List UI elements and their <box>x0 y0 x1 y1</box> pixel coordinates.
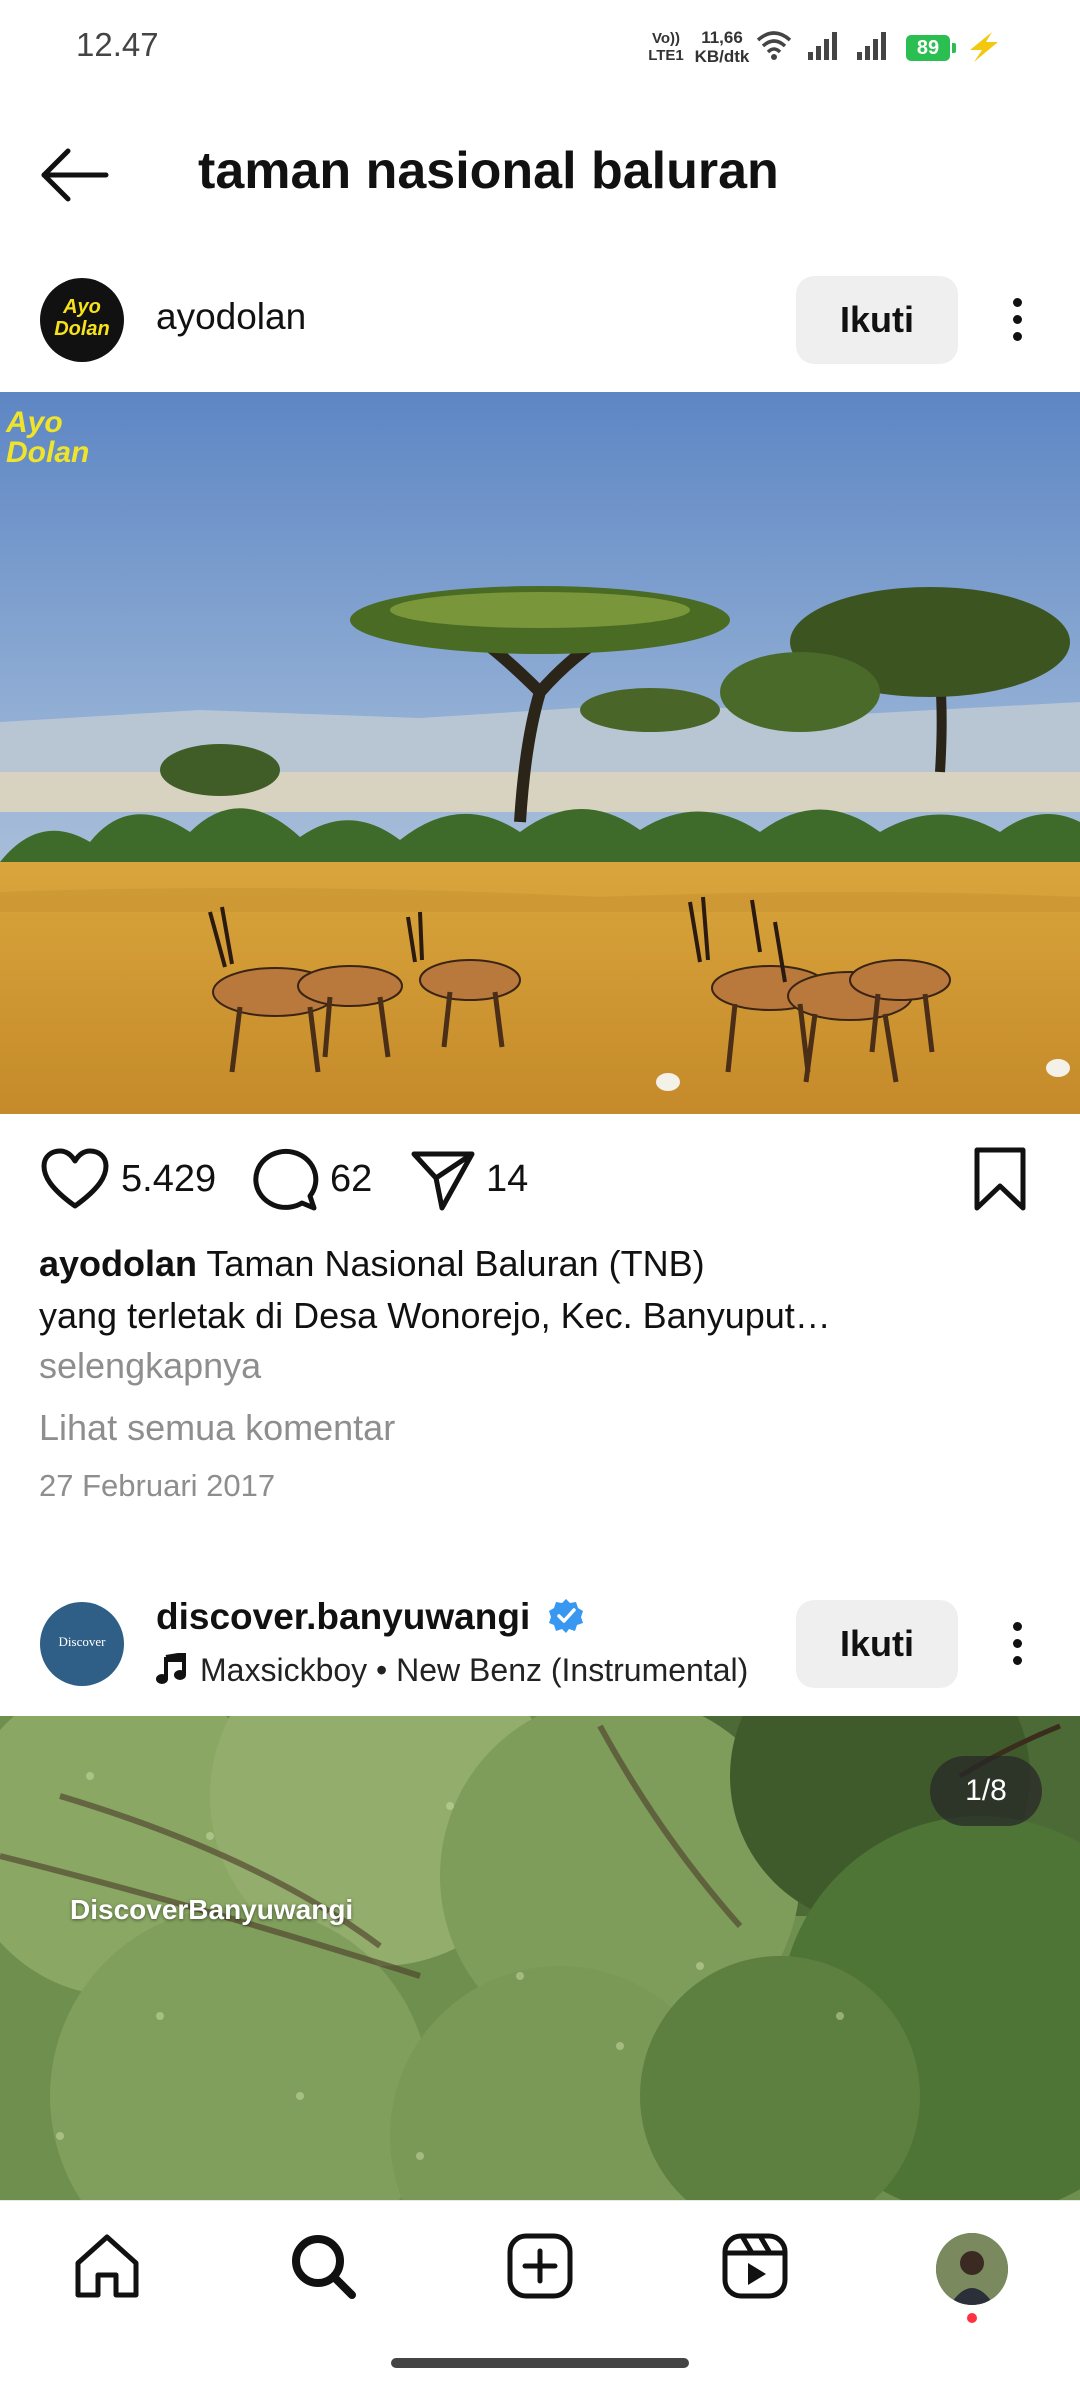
notification-dot <box>967 2313 977 2323</box>
post1-like-count[interactable]: 5.429 <box>121 1158 216 1201</box>
post1-watermark: Ayo Dolan <box>6 406 90 469</box>
post1-follow-button[interactable]: Ikuti <box>796 276 958 364</box>
post2-music-text: Maxsickboy • New Benz (Instrumental) <box>200 1652 749 1688</box>
comment-bubble-icon[interactable] <box>252 1148 320 1212</box>
post2-watermark: DiscoverBanyuwangi <box>70 1894 354 1925</box>
music-note-icon <box>156 1651 186 1684</box>
avatar-logo-text: Ayo Dolan <box>54 296 110 340</box>
post2-page-indicator: 1/8 <box>930 1756 1042 1826</box>
status-bar: 12.47 Vo)) LTE1 11,66 KB/dtk 89 <box>0 0 1080 96</box>
post2-music-info[interactable]: Maxsickboy • New Benz (Instrumental) <box>156 1651 749 1689</box>
post1-view-all-comments[interactable]: Lihat semua komentar <box>39 1402 395 1454</box>
post2-username-text: discover.banyuwangi <box>156 1596 531 1637</box>
post2-avatar[interactable]: Discover <box>40 1602 124 1686</box>
share-paper-plane-icon[interactable] <box>410 1148 476 1212</box>
verified-badge-icon <box>548 1599 583 1633</box>
caption-username[interactable]: ayodolan <box>39 1243 197 1284</box>
nav-profile-avatar[interactable] <box>936 2233 1008 2305</box>
post2-username[interactable]: discover.banyuwangi <box>156 1596 585 1638</box>
like-heart-icon[interactable] <box>40 1148 110 1212</box>
charging-icon <box>962 30 1002 64</box>
post1-share-count[interactable]: 14 <box>486 1158 528 1201</box>
network-speed: 11,66 KB/dtk <box>694 28 750 66</box>
volte-indicator: Vo)) LTE1 <box>648 30 684 64</box>
nav-search-icon[interactable] <box>288 2231 358 2301</box>
post1-comment-count[interactable]: 62 <box>330 1158 372 1201</box>
avatar-logo-text: Discover <box>58 1634 106 1649</box>
post1-see-more-link[interactable]: selengkapnya <box>39 1340 261 1392</box>
wifi-icon <box>756 30 792 62</box>
post1-avatar[interactable]: Ayo Dolan <box>40 278 124 362</box>
post1-caption: ayodolan Taman Nasional Baluran (TNB) ya… <box>39 1238 1039 1342</box>
post1-date: 27 Februari 2017 <box>39 1468 276 1503</box>
post2-photo[interactable]: 1/8 DiscoverBanyuwangi <box>0 1716 1080 2200</box>
arrow-left-icon <box>41 148 109 202</box>
signal-icon-sim2 <box>855 30 891 62</box>
battery-indicator: 89 <box>906 35 956 61</box>
nav-create-post-icon[interactable] <box>505 2231 575 2301</box>
post2-follow-button[interactable]: Ikuti <box>796 1600 958 1688</box>
nav-reels-icon[interactable] <box>720 2231 790 2301</box>
signal-icon-sim1 <box>806 30 842 62</box>
post1-photo[interactable]: Ayo Dolan <box>0 392 1080 1114</box>
back-button[interactable] <box>34 140 114 210</box>
post1-username[interactable]: ayodolan <box>156 296 306 338</box>
nav-home-icon[interactable] <box>72 2231 142 2301</box>
caption-line-2: yang terletak di Desa Wonorejo, Kec. Ban… <box>39 1295 831 1336</box>
post2-more-options-icon[interactable] <box>1003 1614 1033 1674</box>
bottom-navigation-bar <box>0 2200 1080 2401</box>
post1-more-options-icon[interactable] <box>1003 290 1033 350</box>
page-title: taman nasional baluran <box>198 142 779 200</box>
bookmark-icon[interactable] <box>972 1146 1028 1212</box>
caption-line-1: Taman Nasional Baluran (TNB) <box>206 1243 705 1284</box>
clock: 12.47 <box>76 26 159 63</box>
home-gesture-bar[interactable] <box>391 2358 689 2368</box>
